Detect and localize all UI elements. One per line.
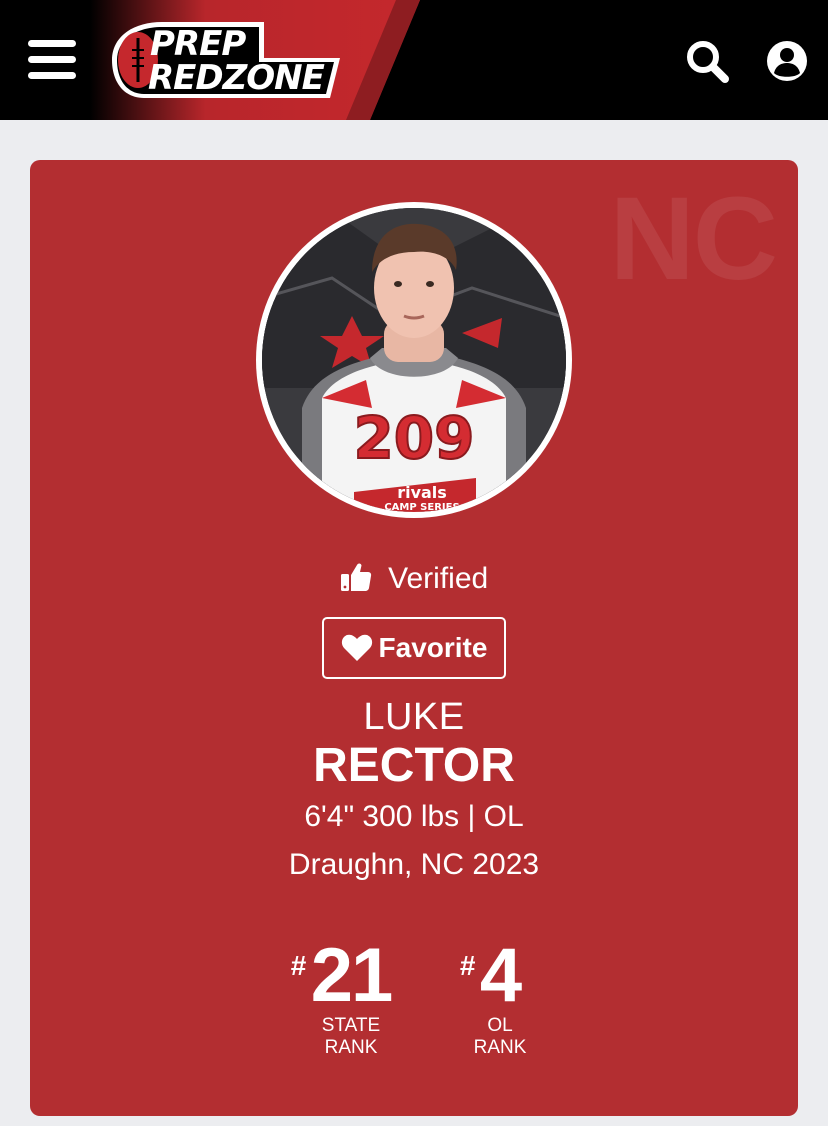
state-rank-value: 21 bbox=[310, 933, 394, 1018]
player-photo: 209 rivals CAMP SERIES bbox=[262, 208, 566, 512]
heart-icon bbox=[341, 634, 372, 661]
state-rank: # 21 STATE RANK bbox=[291, 938, 396, 1058]
top-navbar: PREP REDZONE bbox=[0, 0, 828, 120]
account-button[interactable] bbox=[764, 38, 810, 84]
user-account-icon bbox=[767, 41, 807, 81]
player-photo-image: 209 rivals CAMP SERIES bbox=[262, 208, 566, 512]
prep-redzone-logo[interactable]: PREP REDZONE bbox=[104, 18, 346, 102]
position-rank-label-2: RANK bbox=[473, 1037, 527, 1058]
logo-text-redzone: REDZONE bbox=[148, 58, 325, 98]
favorite-button[interactable]: Favorite bbox=[322, 617, 506, 679]
position-rank: # 4 OL RANK bbox=[460, 938, 530, 1058]
menu-bar bbox=[28, 56, 76, 63]
hamburger-menu-button[interactable] bbox=[28, 40, 78, 80]
position-rank-label-1: OL bbox=[487, 1015, 513, 1036]
jersey-series: CAMP SERIES bbox=[384, 502, 459, 512]
favorite-label: Favorite bbox=[378, 632, 488, 663]
player-avatar[interactable]: 209 rivals CAMP SERIES bbox=[256, 202, 572, 518]
state-watermark: NC bbox=[609, 173, 778, 305]
player-profile-card: NC 209 rivals CAMP SERIES Verified Favor… bbox=[30, 160, 798, 1116]
jersey-brand: rivals bbox=[397, 483, 447, 502]
verified-status: Verified bbox=[30, 560, 798, 600]
state-rank-label-1: STATE bbox=[321, 1015, 381, 1036]
search-button[interactable] bbox=[684, 38, 730, 84]
thumbs-up-icon bbox=[340, 560, 372, 600]
player-location-class: Draughn, NC 2023 bbox=[288, 848, 540, 881]
menu-bar bbox=[28, 72, 76, 79]
position-rank-value: 4 bbox=[479, 933, 522, 1018]
player-first-name: LUKE bbox=[363, 696, 465, 738]
state-rank-label-2: RANK bbox=[324, 1037, 378, 1058]
rank-hash: # bbox=[290, 950, 307, 981]
rank-hash: # bbox=[459, 950, 476, 981]
search-icon bbox=[687, 41, 729, 83]
player-last-name: RECTOR bbox=[313, 739, 515, 792]
verified-label: Verified bbox=[388, 562, 489, 595]
menu-bar bbox=[28, 40, 76, 47]
jersey-number: 209 bbox=[353, 404, 474, 472]
player-measurements: 6'4" 300 lbs | OL bbox=[304, 800, 524, 833]
